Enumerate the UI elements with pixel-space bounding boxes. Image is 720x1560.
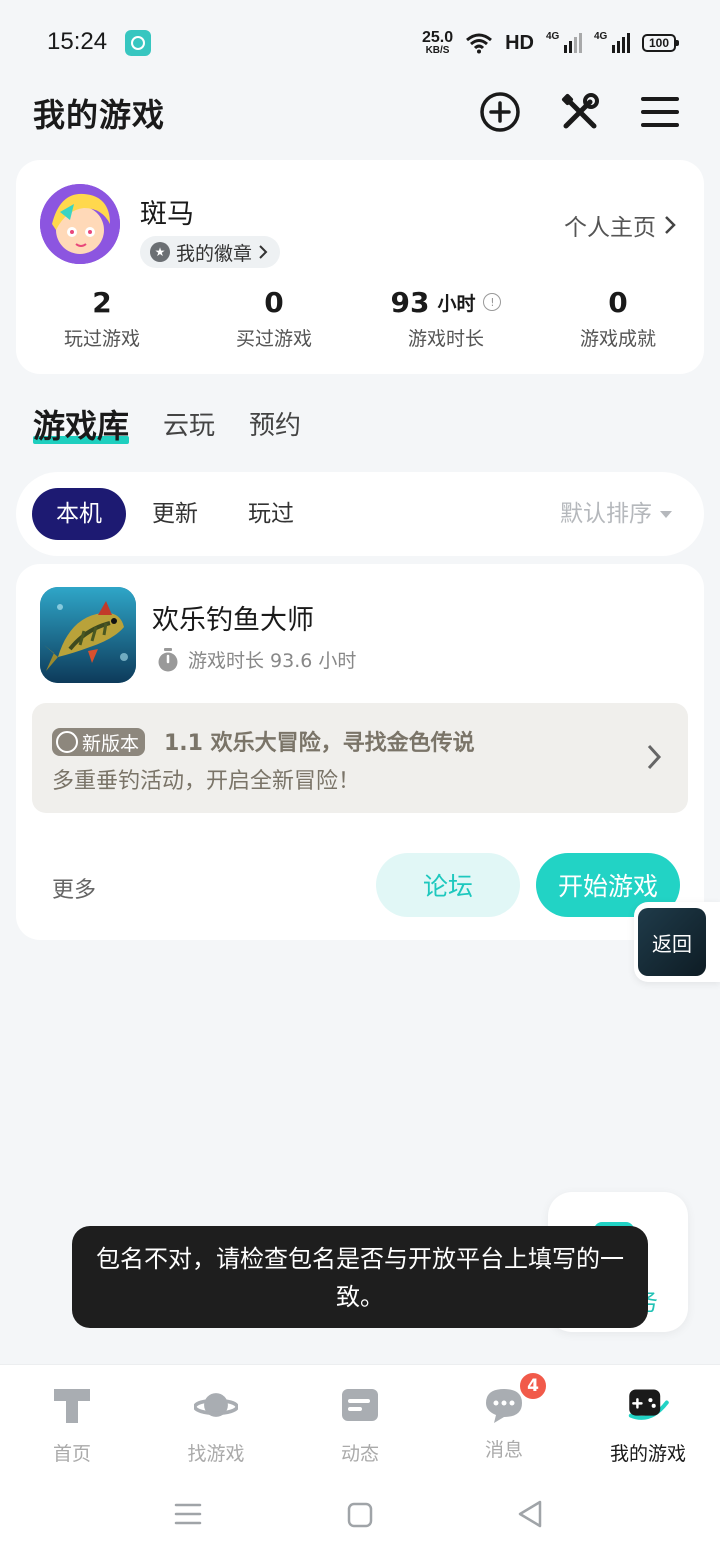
tab-game-library[interactable]: 游戏库 [33, 402, 130, 450]
info-icon[interactable]: ! [483, 293, 502, 311]
chat-icon-wrap: 4 [482, 1371, 548, 1427]
medal-icon: ★ [150, 242, 170, 262]
stat-played-games[interactable]: 2 玩过游戏 [16, 284, 188, 351]
net-speed-unit: KB/S [425, 45, 450, 56]
nav-item-my-games[interactable]: 我的游戏 [576, 1383, 720, 1466]
stat-play-time[interactable]: 93 小时 ! 游戏时长 [360, 284, 532, 351]
main-tabs: 游戏库 云玩 预约 [33, 400, 301, 450]
stat-label: 游戏时长 [407, 328, 484, 350]
sort-label: 默认排序 [560, 501, 652, 527]
stat-value: 0 [608, 285, 628, 319]
stat-bought-games[interactable]: 0 买过游戏 [188, 284, 360, 351]
status-indicators: 25.0 KB/S HD 4G 4G 100 [422, 26, 679, 60]
system-nav-bar [0, 1495, 720, 1535]
toast-message: 包名不对，请检查包名是否与开放平台上填写的一致。 [72, 1226, 648, 1328]
hd-indicator: HD [505, 31, 534, 54]
power-icon [56, 731, 78, 753]
sort-dropdown[interactable]: 默认排序 [560, 488, 672, 540]
tab-reservations[interactable]: 预约 [249, 402, 301, 450]
nav-label: 首页 [52, 1443, 91, 1465]
back-nav-icon[interactable] [516, 1499, 544, 1529]
new-version-tag: 新版本 [52, 728, 146, 756]
menu-button[interactable] [638, 90, 682, 134]
badge-label: 我的徽章 [176, 242, 253, 265]
profile-card: 斑马 ★ 我的徽章 个人主页 2 玩过游戏 0 买过游戏 93 小时 ! 游戏时… [16, 160, 704, 374]
net-speed-value: 25.0 [421, 29, 454, 46]
homepage-label: 个人主页 [564, 215, 656, 241]
news-subtitle: 多重垂钓活动，开启全新冒险！ [52, 769, 361, 794]
stat-label: 买过游戏 [235, 328, 312, 350]
page-title: 我的游戏 [33, 96, 166, 134]
more-button[interactable]: 更多 [52, 872, 96, 904]
nav-label: 消息 [484, 1439, 523, 1461]
app-header: 我的游戏 [0, 88, 720, 136]
return-floating-button[interactable]: 返回 [634, 902, 720, 982]
stats-row: 2 玩过游戏 0 买过游戏 93 小时 ! 游戏时长 0 游戏成就 [16, 284, 704, 351]
avatar[interactable] [40, 184, 120, 264]
filter-bar: 本机 更新 玩过 默认排序 [16, 472, 704, 556]
stat-value: 2 [92, 285, 112, 319]
filter-chip-played[interactable]: 玩过 [248, 488, 294, 540]
chevron-right-icon [665, 216, 676, 234]
signal-icon: 4G [546, 31, 582, 53]
play-time-text: 游戏时长 93.6 小时 [188, 650, 357, 672]
recent-apps-icon[interactable] [174, 1501, 202, 1527]
nav-label: 动态 [340, 1443, 379, 1465]
add-button[interactable] [478, 90, 522, 134]
home-icon [54, 1389, 90, 1423]
battery-icon: 100 [642, 34, 679, 52]
stat-label: 玩过游戏 [63, 328, 140, 350]
nav-label: 我的游戏 [609, 1443, 686, 1465]
news-title: 1.1 欢乐大冒险，寻找金色传说 [164, 731, 475, 756]
status-time: 15:24 [47, 28, 108, 55]
nav-item-messages[interactable]: 4 消息 [432, 1371, 576, 1462]
gamepad-icon [628, 1389, 669, 1420]
chevron-right-icon [647, 744, 662, 770]
return-thumb: 返回 [638, 908, 706, 976]
feed-icon [342, 1389, 378, 1421]
game-card: 欢乐钓鱼大师 游戏时长 93.6 小时 新版本 1.1 欢乐大冒险，寻找金色传说… [16, 564, 704, 940]
my-badges-button[interactable]: ★ 我的徽章 [140, 236, 281, 268]
forum-button[interactable]: 论坛 [376, 853, 520, 917]
stat-label: 游戏成就 [579, 328, 656, 350]
planet-icon [193, 1393, 239, 1417]
chevron-right-icon [259, 245, 268, 259]
filter-chip-updates[interactable]: 更新 [152, 488, 198, 540]
homepage-link[interactable]: 个人主页 [564, 208, 676, 242]
bottom-nav: 首页 找游戏 动态 4 消息 我的游戏 [0, 1364, 720, 1560]
nav-label: 找游戏 [187, 1443, 245, 1465]
stopwatch-icon [158, 647, 178, 671]
stat-value: 93 [390, 285, 430, 319]
stat-value: 0 [264, 285, 284, 319]
plus-circle-icon [480, 92, 520, 132]
tools-icon [561, 93, 599, 129]
stat-unit: 小时 [437, 292, 476, 315]
status-bar: 15:24 25.0 KB/S HD 4G 4G 100 [0, 0, 720, 88]
game-name[interactable]: 欢乐钓鱼大师 [152, 598, 314, 637]
net-speed: 25.0 KB/S [422, 30, 453, 56]
filter-chip-local[interactable]: 本机 [32, 488, 126, 540]
signal-icon-2: 4G [594, 31, 630, 53]
tools-button[interactable] [558, 90, 602, 134]
update-news-banner[interactable]: 新版本 1.1 欢乐大冒险，寻找金色传说 多重垂钓活动，开启全新冒险！ [32, 703, 688, 813]
unread-badge: 4 [518, 1371, 548, 1401]
nav-item-feed[interactable]: 动态 [288, 1383, 432, 1466]
new-version-label: 新版本 [82, 732, 140, 755]
hamburger-menu-icon [641, 97, 679, 127]
stat-achievements[interactable]: 0 游戏成就 [532, 284, 704, 351]
wifi-icon [466, 33, 493, 54]
game-icon[interactable] [40, 587, 136, 683]
nav-item-discover[interactable]: 找游戏 [144, 1383, 288, 1466]
tab-cloud-play[interactable]: 云玩 [163, 402, 215, 450]
caret-down-icon [660, 510, 672, 518]
notification-app-icon [125, 30, 151, 56]
home-nav-icon[interactable] [346, 1501, 374, 1529]
username: 斑马 [140, 199, 194, 230]
nav-item-home[interactable]: 首页 [0, 1383, 144, 1466]
game-play-time: 游戏时长 93.6 小时 [156, 646, 356, 673]
